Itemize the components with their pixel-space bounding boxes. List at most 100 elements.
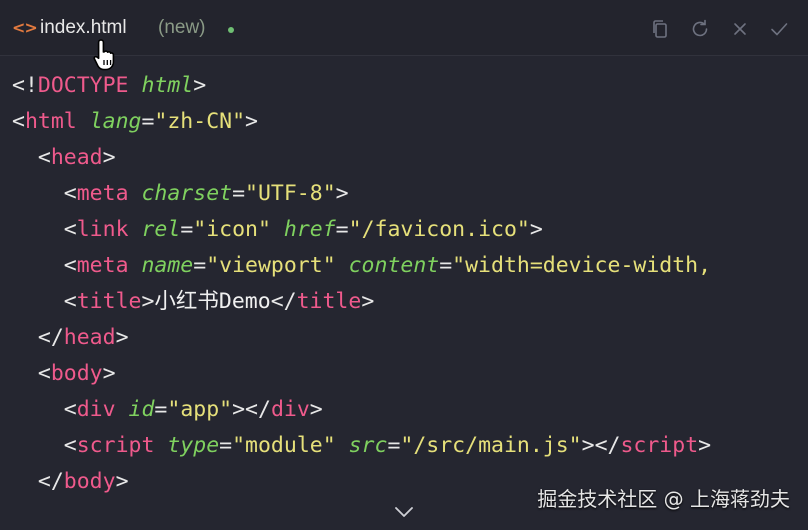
code-line: <div id="app"></div>: [12, 392, 711, 428]
tab-status: (new): [158, 17, 206, 38]
code-tag: title: [76, 289, 142, 314]
check-icon[interactable]: [768, 18, 790, 40]
code-tag: div: [76, 397, 116, 422]
code-tag: div: [270, 397, 310, 422]
code-punct: =: [141, 109, 155, 134]
code-tag: body: [63, 469, 116, 494]
code-punct: >: [102, 361, 116, 386]
code-brackets-icon: <>: [12, 18, 38, 37]
code-punct: ></: [232, 397, 271, 422]
code-punct: =: [219, 433, 233, 458]
code-line: <body>: [12, 356, 711, 392]
code-punct: <: [63, 217, 77, 242]
chevron-down-icon[interactable]: [393, 504, 415, 524]
code-string: "width=device-width,: [452, 253, 712, 278]
code-punct: <: [63, 253, 77, 278]
code-punct: >: [102, 145, 116, 170]
code-punct: =: [180, 217, 194, 242]
code-punct: <: [63, 289, 77, 314]
code-punct: <: [63, 433, 77, 458]
code-tag: head: [63, 325, 116, 350]
code-string: "/favicon.ico": [348, 217, 530, 242]
code-tag: meta: [76, 181, 129, 206]
code-punct: </: [270, 289, 297, 314]
close-icon[interactable]: [729, 18, 751, 40]
code-line: <head>: [12, 140, 711, 176]
code-text: 小红书Demo: [154, 289, 271, 314]
code-punct: [271, 217, 284, 242]
code-attr: src: [348, 433, 388, 458]
code-punct: >: [193, 73, 207, 98]
code-string: "app": [167, 397, 233, 422]
code-tag: html: [24, 109, 77, 134]
code-punct: =: [387, 433, 401, 458]
code-punct: <!: [12, 73, 38, 98]
code-tag: DOCTYPE: [37, 73, 129, 98]
code-punct: [154, 433, 167, 458]
code-punct: [129, 73, 142, 98]
code-line: <html lang="zh-CN">: [12, 104, 711, 140]
code-punct: [129, 181, 142, 206]
code-punct: >: [245, 109, 258, 134]
code-attr: charset: [141, 181, 233, 206]
code-punct: ></: [581, 433, 621, 458]
code-punct: >: [141, 289, 155, 314]
code-line: </head>: [12, 320, 711, 356]
tab-filename[interactable]: index.html: [40, 17, 127, 39]
code-string: "UTF-8": [245, 181, 336, 206]
code-string: "/src/main.js": [400, 433, 582, 458]
code-punct: [336, 253, 349, 278]
code-attr: lang: [89, 109, 142, 134]
code-tag: script: [620, 433, 699, 458]
code-editor[interactable]: <!DOCTYPE html> <html lang="zh-CN"> <head…: [12, 68, 711, 500]
code-line: <meta charset="UTF-8">: [12, 176, 711, 212]
code-line: <!DOCTYPE html>: [12, 68, 711, 104]
code-attr: html: [141, 73, 194, 98]
code-line: <link rel="icon" href="/favicon.ico">: [12, 212, 711, 248]
code-punct: =: [154, 397, 168, 422]
code-string: "icon": [193, 217, 271, 242]
code-string: "viewport": [206, 253, 336, 278]
code-attr: rel: [141, 217, 181, 242]
code-punct: >: [529, 217, 543, 242]
code-punct: [129, 253, 142, 278]
code-string: "zh-CN": [154, 109, 246, 134]
code-attr: href: [283, 217, 336, 242]
code-punct: </: [37, 469, 64, 494]
code-tag: body: [50, 361, 103, 386]
code-attr: name: [141, 253, 194, 278]
code-attr: content: [348, 253, 440, 278]
code-attr: type: [167, 433, 220, 458]
code-punct: >: [335, 181, 349, 206]
code-punct: [336, 433, 349, 458]
code-line: <meta name="viewport" content="width=dev…: [12, 248, 711, 284]
code-punct: <: [63, 397, 77, 422]
unsaved-dot-icon: [228, 27, 234, 33]
copy-icon[interactable]: [649, 18, 671, 40]
code-tag: head: [50, 145, 103, 170]
code-line: <script type="module" src="/src/main.js"…: [12, 428, 711, 464]
code-punct: <: [12, 109, 25, 134]
code-tag: meta: [76, 253, 129, 278]
watermark: 掘金技术社区 @ 上海蒋劲夫: [537, 487, 790, 511]
code-punct: [129, 217, 142, 242]
refresh-icon[interactable]: [689, 18, 711, 40]
code-punct: >: [309, 397, 323, 422]
code-punct: >: [361, 289, 375, 314]
code-line: <title>小红书Demo</title>: [12, 284, 711, 320]
code-punct: >: [115, 469, 129, 494]
code-tag: script: [76, 433, 155, 458]
code-punct: =: [335, 217, 349, 242]
code-punct: <: [63, 181, 77, 206]
code-tag: title: [296, 289, 362, 314]
code-punct: =: [439, 253, 453, 278]
